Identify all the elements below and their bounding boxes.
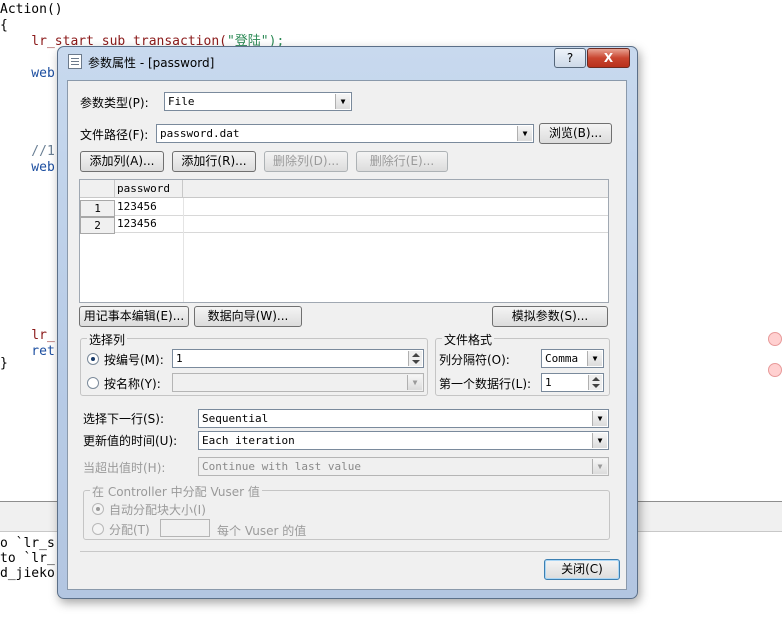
column-header-empty xyxy=(183,180,608,198)
update-value-label: 更新值的时间(U): xyxy=(83,434,178,448)
breakpoint-marker[interactable] xyxy=(768,363,782,377)
chevron-down-icon[interactable]: ▼ xyxy=(592,411,607,426)
code-line: { xyxy=(0,18,8,33)
output-line: d_jieko xyxy=(0,566,55,581)
table-corner xyxy=(80,180,115,198)
table-cell[interactable]: 123456 xyxy=(115,199,608,216)
code-line: } xyxy=(0,356,8,371)
vuser-allocation-group: 在 Controller 中分配 Vuser 值 自动分配块大小(I) 分配(T… xyxy=(83,483,610,540)
close-button[interactable]: 关闭(C) xyxy=(544,559,620,580)
auto-allocate-radio[interactable] xyxy=(92,503,104,515)
delete-column-button[interactable]: 删除列(D)... xyxy=(264,151,348,172)
select-next-row-select[interactable]: Sequential ▼ xyxy=(198,409,609,428)
allocate-field[interactable] xyxy=(160,519,210,537)
browse-button[interactable]: 浏览(B)... xyxy=(539,123,612,144)
allocate-label: 分配(T) xyxy=(109,523,150,537)
code-line: web xyxy=(0,160,55,175)
per-vuser-label: 每个 Vuser 的值 xyxy=(217,524,307,538)
data-table[interactable]: password 1 123456 2 123456 xyxy=(79,179,609,303)
file-path-label: 文件路径(F): xyxy=(80,128,149,142)
file-path-value: password.dat xyxy=(160,127,240,140)
file-format-group: 文件格式 列分隔符(O): Comma ▼ 第一个数据行(L): 1 xyxy=(435,331,610,396)
row-header[interactable]: 1 xyxy=(80,200,115,217)
chevron-down-icon[interactable]: ▼ xyxy=(335,94,350,109)
by-number-label[interactable]: 按编号(M): xyxy=(104,351,164,368)
chevron-down-icon[interactable]: ▼ xyxy=(592,459,607,474)
column-header-password[interactable]: password xyxy=(115,180,183,198)
output-line: o `lr_s xyxy=(0,536,55,551)
table-cell[interactable]: 123456 xyxy=(115,216,608,233)
help-button[interactable]: ? xyxy=(554,48,586,68)
select-column-group: 选择列 按编号(M): 1 按名称(Y): ▼ xyxy=(80,331,428,396)
close-window-button[interactable]: X xyxy=(587,48,630,68)
out-of-values-select[interactable]: Continue with last value ▼ xyxy=(198,457,609,476)
add-column-button[interactable]: 添加列(A)... xyxy=(80,151,164,172)
update-value-value: Each iteration xyxy=(202,434,295,447)
column-divider xyxy=(183,198,184,302)
vuser-allocation-title: 在 Controller 中分配 Vuser 值 xyxy=(90,483,262,500)
allocate-radio[interactable] xyxy=(92,523,104,535)
update-value-select[interactable]: Each iteration ▼ xyxy=(198,431,609,450)
dialog-body: 参数类型(P): File ▼ 文件路径(F): password.dat ▼ … xyxy=(67,80,627,590)
param-type-select[interactable]: File ▼ xyxy=(164,92,352,111)
first-data-line-label: 第一个数据行(L): xyxy=(439,377,532,391)
dialog-title: 参数属性 - [password] xyxy=(88,56,215,70)
out-of-values-value: Continue with last value xyxy=(202,460,361,473)
spinner-icon[interactable] xyxy=(408,351,422,366)
file-format-title: 文件格式 xyxy=(442,331,495,348)
notepad-edit-button[interactable]: 用记事本编辑(E)... xyxy=(79,306,189,327)
column-name-select[interactable]: ▼ xyxy=(172,373,424,392)
out-of-values-label: 当超出值时(H): xyxy=(83,461,166,475)
parameter-properties-dialog: 参数属性 - [password] ? X 参数类型(P): File ▼ 文件… xyxy=(57,46,638,599)
delimiter-value: Comma xyxy=(545,352,579,365)
select-column-title: 选择列 xyxy=(87,331,128,348)
code-line: //1 xyxy=(0,144,55,159)
breakpoint-marker[interactable] xyxy=(768,332,782,346)
output-line: to `lr_ xyxy=(0,551,55,566)
select-next-row-value: Sequential xyxy=(202,412,269,425)
file-path-select[interactable]: password.dat ▼ xyxy=(156,124,534,143)
select-next-row-label: 选择下一行(S): xyxy=(83,412,165,426)
delimiter-select[interactable]: Comma ▼ xyxy=(541,349,604,368)
param-type-label: 参数类型(P): xyxy=(80,96,149,110)
first-data-line-field[interactable]: 1 xyxy=(541,373,604,392)
by-name-radio[interactable] xyxy=(87,377,99,389)
code-line: lr_ xyxy=(0,328,55,343)
by-number-radio[interactable] xyxy=(87,353,99,365)
column-number-value: 1 xyxy=(176,352,183,365)
chevron-down-icon[interactable]: ▼ xyxy=(587,351,602,366)
column-number-field[interactable]: 1 xyxy=(172,349,424,368)
row-header[interactable]: 2 xyxy=(80,217,115,234)
chevron-down-icon[interactable]: ▼ xyxy=(407,375,422,390)
dialog-icon xyxy=(68,54,82,69)
delete-row-button[interactable]: 删除行(E)... xyxy=(356,151,448,172)
delimiter-label: 列分隔符(O): xyxy=(439,353,510,367)
bottom-divider xyxy=(80,551,610,552)
code-line: web xyxy=(0,66,55,81)
chevron-down-icon[interactable]: ▼ xyxy=(517,126,532,141)
auto-allocate-label: 自动分配块大小(I) xyxy=(109,503,206,517)
code-line: Action() xyxy=(0,2,63,17)
first-data-line-value: 1 xyxy=(545,376,552,389)
param-type-value: File xyxy=(168,95,195,108)
spinner-icon[interactable] xyxy=(588,375,602,390)
data-wizard-button[interactable]: 数据向导(W)... xyxy=(194,306,302,327)
by-name-label[interactable]: 按名称(Y): xyxy=(104,375,161,392)
add-row-button[interactable]: 添加行(R)... xyxy=(172,151,256,172)
simulate-parameter-button[interactable]: 模拟参数(S)... xyxy=(492,306,608,327)
chevron-down-icon[interactable]: ▼ xyxy=(592,433,607,448)
code-line: ret xyxy=(0,344,55,359)
